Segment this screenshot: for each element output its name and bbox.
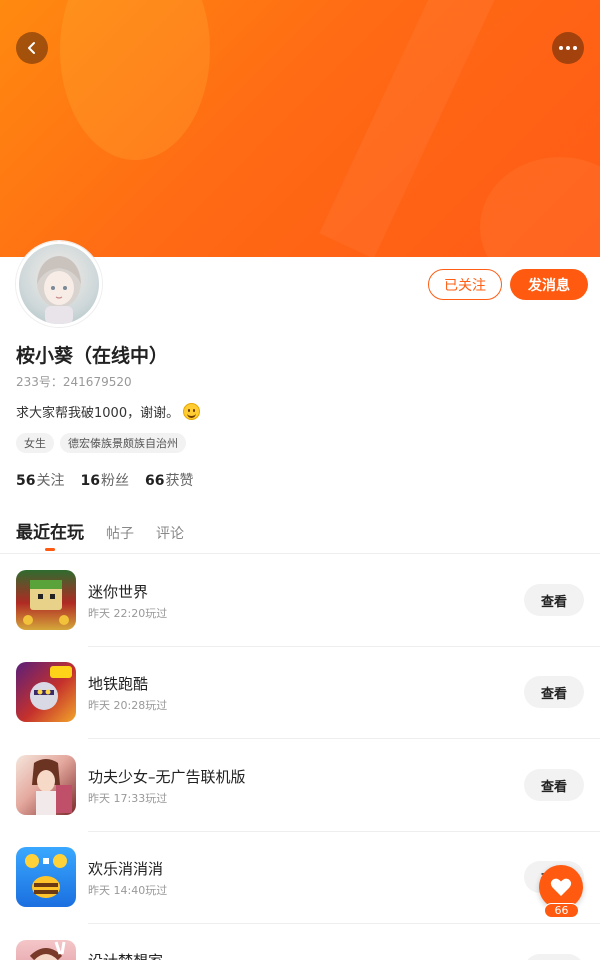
profile-tags: 女生 德宏傣族景颇族自治州 [16,433,186,453]
game-title: 欢乐消消消 [88,860,164,878]
profile-bio: 求大家帮我破1000，谢谢。 [16,402,201,421]
tab-recently-played[interactable]: 最近在玩 [16,518,84,551]
followed-button[interactable]: 已关注 [428,269,502,300]
stat-likes-label: 获赞 [165,473,194,489]
design-dreamer-icon [16,940,76,960]
mini-world-icon [16,570,76,630]
game-last-played: 昨天 14:40玩过 [88,884,168,897]
profile-uid: 233号：241679520 [16,375,132,389]
stat-fans-label: 粉丝 [100,473,129,489]
game-title: 设计梦想家 [88,950,163,960]
list-item[interactable]: 迷你世界 昨天 22:20玩过 查看 [0,570,600,662]
game-last-played: 昨天 20:28玩过 [88,699,168,712]
profile-name: 桉小葵（在线中） [16,345,169,367]
game-last-played: 昨天 17:33玩过 [88,792,168,805]
list-item[interactable]: 地铁跑酷 昨天 20:28玩过 查看 [0,662,600,754]
view-button[interactable]: 查看 [524,676,584,708]
back-button[interactable] [16,32,48,64]
bio-text: 求大家帮我破1000，谢谢。 [16,406,180,421]
row-divider [88,923,600,924]
banner-decoration [319,0,501,257]
profile-banner [0,0,600,257]
stat-fans-value: 16 [80,473,100,489]
tag-gender: 女生 [16,433,54,453]
view-button[interactable]: 查看 [524,584,584,616]
list-item[interactable]: 功夫少女–无广告联机版 昨天 17:33玩过 查看 [0,755,600,847]
list-item[interactable]: 设计梦想家 查看 [0,940,600,960]
game-title: 功夫少女–无广告联机版 [88,768,246,786]
banner-decoration [60,0,210,160]
game-title: 地铁跑酷 [88,675,149,693]
stat-following-value: 56 [16,473,36,489]
heart-icon [550,878,572,896]
row-divider [88,738,600,739]
kungfu-girl-icon [16,755,76,815]
profile-tabs: 最近在玩 帖子 评论 [16,518,184,551]
more-button[interactable] [552,32,584,64]
stat-following-label: 关注 [36,473,65,489]
avatar-illustration [37,256,81,324]
stat-following[interactable]: 56关注 [16,470,64,490]
tab-comments[interactable]: 评论 [156,523,184,543]
banner-decoration [480,157,600,257]
happy-match-icon [16,847,76,907]
like-count-badge: 66 [544,903,579,918]
profile-stats: 56关注 16粉丝 66获赞 [16,470,193,490]
game-last-played: 昨天 22:20玩过 [88,607,168,620]
tab-posts[interactable]: 帖子 [106,523,134,543]
row-divider [88,831,600,832]
tabs-divider [0,553,600,554]
chevron-left-icon [28,42,35,54]
send-message-button[interactable]: 发消息 [510,269,588,300]
more-dots-icon [559,46,577,50]
subway-surfers-icon [16,662,76,722]
stat-fans[interactable]: 16粉丝 [80,470,128,490]
game-title: 迷你世界 [88,583,149,601]
smile-emoji-icon [183,403,201,420]
list-item[interactable]: 欢乐消消消 昨天 14:40玩过 查看 [0,847,600,939]
view-button[interactable]: 查看 [524,769,584,801]
view-button[interactable]: 查看 [524,954,584,960]
row-divider [88,646,600,647]
tag-location: 德宏傣族景颇族自治州 [60,433,186,453]
stat-likes: 66获赞 [145,470,193,490]
avatar[interactable] [16,241,102,327]
stat-likes-value: 66 [144,473,165,489]
